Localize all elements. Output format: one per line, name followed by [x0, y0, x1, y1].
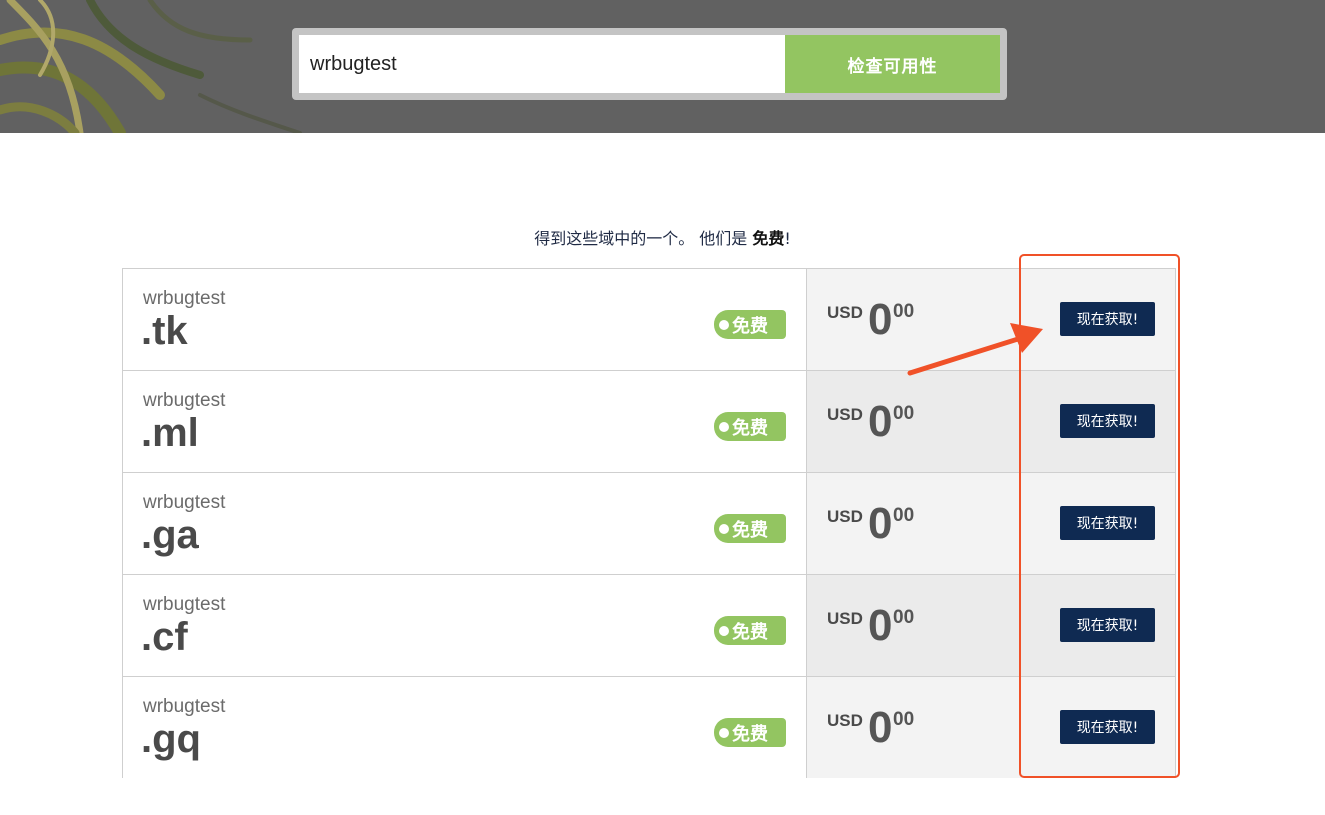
price-cell: USD 0 00: [806, 371, 1021, 472]
price-cell: USD 0 00: [806, 677, 1021, 778]
price-amount: 0: [868, 499, 893, 548]
domain-tld: .tk: [141, 309, 188, 353]
free-badge: 免费: [714, 310, 786, 339]
price-currency: USD: [827, 507, 863, 526]
domain-label: wrbugtest: [143, 288, 226, 309]
domain-name-cell: wrbugtest .gq 免费: [123, 677, 806, 778]
domain-row-gq: wrbugtest .gq 免费 USD 0 00 现在获取!: [123, 677, 1175, 778]
palm-leaves-image: [0, 0, 302, 133]
domain-tld: .gq: [141, 717, 201, 761]
domain-row-cf: wrbugtest .cf 免费 USD 0 00 现在获取!: [123, 575, 1175, 677]
dot-icon: [719, 523, 729, 534]
dot-icon: [719, 727, 729, 738]
price-amount: 0: [868, 295, 893, 344]
dot-icon: [719, 421, 729, 432]
free-badge: 免费: [714, 514, 786, 543]
price-amount: 0: [868, 703, 893, 752]
annotation-arrow-icon: [907, 323, 1043, 376]
price-currency: USD: [827, 405, 863, 424]
domain-label: wrbugtest: [143, 696, 226, 717]
hero-banner: 检查可用性: [0, 0, 1325, 133]
dot-icon: [719, 319, 729, 330]
price-cell: USD 0 00: [806, 473, 1021, 574]
price-currency: USD: [827, 711, 863, 730]
domain-label: wrbugtest: [143, 594, 226, 615]
subtitle-text: 得到这些域中的一个。 他们是: [534, 229, 753, 248]
domain-tld: .ml: [141, 411, 199, 455]
free-badge-label: 免费: [732, 417, 768, 439]
free-badge: 免费: [714, 616, 786, 645]
domain-row-ml: wrbugtest .ml 免费 USD 0 00 现在获取!: [123, 371, 1175, 473]
free-badge-label: 免费: [732, 621, 768, 643]
domain-label: wrbugtest: [143, 492, 226, 513]
price-currency: USD: [827, 609, 863, 628]
domain-row-ga: wrbugtest .ga 免费 USD 0 00 现在获取!: [123, 473, 1175, 575]
subtitle-free-emphasis: 免费: [752, 229, 785, 248]
domain-tld: .cf: [141, 615, 188, 659]
price-cell: USD 0 00: [806, 575, 1021, 676]
price-cents: 00: [893, 709, 915, 730]
free-badge-label: 免费: [732, 519, 768, 541]
free-badge: 免费: [714, 718, 786, 747]
free-badge: 免费: [714, 412, 786, 441]
price-cents: 00: [893, 505, 915, 526]
dot-icon: [719, 625, 729, 636]
price-cents: 00: [893, 403, 915, 424]
subtitle-suffix: !: [784, 229, 791, 248]
price-amount: 0: [868, 601, 893, 650]
domain-search-input[interactable]: [299, 35, 785, 93]
domain-label: wrbugtest: [143, 390, 226, 411]
check-availability-button[interactable]: 检查可用性: [785, 35, 1000, 93]
domain-name-cell: wrbugtest .ga 免费: [123, 473, 806, 574]
results-subtitle: 得到这些域中的一个。 他们是 免费!: [0, 225, 1325, 249]
price-cents: 00: [893, 607, 915, 628]
domain-name-cell: wrbugtest .tk 免费: [123, 269, 806, 370]
free-badge-label: 免费: [732, 315, 768, 337]
domain-name-cell: wrbugtest .ml 免费: [123, 371, 806, 472]
domain-search-bar: 检查可用性: [292, 28, 1007, 100]
domain-name-cell: wrbugtest .cf 免费: [123, 575, 806, 676]
price-amount: 0: [868, 397, 893, 446]
domain-tld: .ga: [141, 513, 199, 557]
free-badge-label: 免费: [732, 723, 768, 745]
price-currency: USD: [827, 303, 863, 322]
